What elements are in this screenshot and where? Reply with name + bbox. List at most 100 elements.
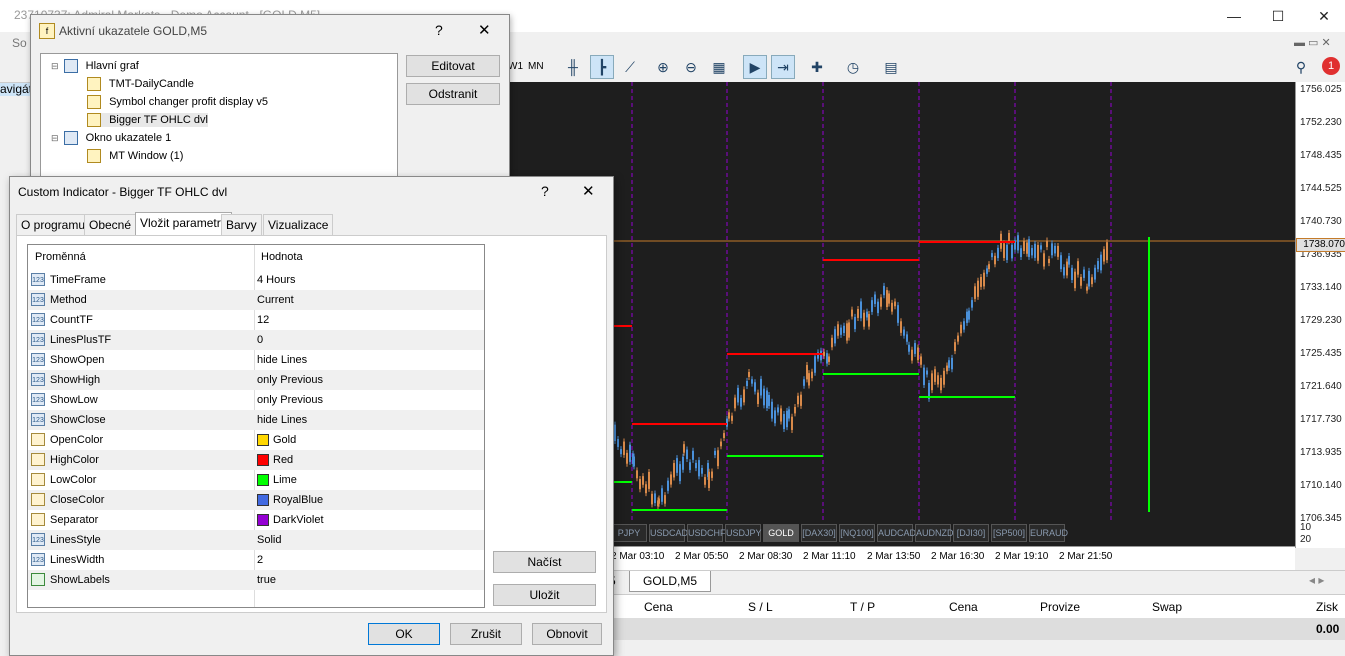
close-icon[interactable]: ✕: [582, 182, 595, 200]
minimize-icon[interactable]: —: [1224, 6, 1244, 26]
param-value[interactable]: 12: [257, 310, 269, 330]
symbol-button-usdjpy[interactable]: USDJPY: [725, 524, 762, 542]
edit-button[interactable]: Editovat: [406, 55, 500, 77]
candlestick-icon[interactable]: ┣: [590, 55, 614, 79]
param-row-showlabels[interactable]: ShowLabels true: [28, 570, 484, 590]
load-button[interactable]: Načíst: [493, 551, 596, 573]
param-row-separator[interactable]: Separator DarkViolet: [28, 510, 484, 530]
param-value[interactable]: hide Lines: [257, 350, 307, 370]
param-value[interactable]: Lime: [257, 470, 297, 490]
param-row-showclose[interactable]: 123 ShowClose hide Lines: [28, 410, 484, 430]
periods-icon[interactable]: ◷: [842, 56, 864, 78]
symbol-button-nq100[interactable]: [NQ100]: [839, 524, 875, 542]
tree-item-indicator-selected[interactable]: Bigger TF OHLC dvl: [87, 113, 208, 127]
remove-button[interactable]: Odstranit: [406, 83, 500, 105]
param-value[interactable]: 4 Hours: [257, 270, 296, 290]
mdi-controls[interactable]: ▬ ▭ ✕: [1294, 36, 1331, 49]
maximize-icon[interactable]: ☐: [1268, 6, 1288, 26]
close-icon[interactable]: ✕: [1314, 6, 1334, 26]
param-row-showhigh[interactable]: 123 ShowHigh only Previous: [28, 370, 484, 390]
collapse-icon[interactable]: ⊟: [51, 133, 59, 143]
param-row-showlow[interactable]: 123 ShowLow only Previous: [28, 390, 484, 410]
zoom-in-icon[interactable]: ⊕: [652, 56, 674, 78]
symbol-button-euraud[interactable]: EURAUD: [1029, 524, 1068, 542]
col-sl[interactable]: S / L: [748, 600, 773, 614]
param-value[interactable]: 2: [257, 550, 263, 570]
help-button[interactable]: ?: [435, 22, 443, 38]
period-mn[interactable]: MN: [528, 61, 544, 72]
symbol-button-dji30[interactable]: [DJI30]: [953, 524, 989, 542]
notification-badge[interactable]: 1: [1322, 57, 1340, 75]
save-button[interactable]: Uložit: [493, 584, 596, 606]
tab-visualization[interactable]: Vizualizace: [263, 214, 334, 235]
chart-shift-icon[interactable]: ⇥: [771, 55, 795, 79]
ok-button[interactable]: OK: [368, 623, 440, 645]
search-icon[interactable]: ⚲: [1290, 56, 1312, 78]
param-value[interactable]: DarkViolet: [257, 510, 324, 530]
param-value[interactable]: Current: [257, 290, 294, 310]
param-row-linesplustf[interactable]: 123 LinesPlusTF 0: [28, 330, 484, 350]
col-swap[interactable]: Swap: [1152, 600, 1182, 614]
tile-windows-icon[interactable]: ▦: [708, 56, 730, 78]
collapse-icon[interactable]: ⊟: [51, 61, 59, 71]
param-value[interactable]: true: [257, 570, 276, 590]
tab-colors[interactable]: Barvy: [221, 214, 262, 235]
symbol-button-usdchf[interactable]: USDCHF: [687, 524, 726, 542]
tree-item-main-chart[interactable]: ⊟ Hlavní graf: [51, 59, 139, 73]
autoscroll-icon[interactable]: ▶: [743, 55, 767, 79]
help-button[interactable]: ?: [541, 183, 549, 199]
period-w1[interactable]: W1: [508, 61, 523, 72]
param-row-method[interactable]: 123 Method Current: [28, 290, 484, 310]
col-tp[interactable]: T / P: [850, 600, 875, 614]
line-chart-icon[interactable]: ⟋: [619, 56, 641, 78]
close-icon[interactable]: ✕: [478, 21, 491, 39]
tab-about[interactable]: O programu: [16, 214, 91, 235]
col-commission[interactable]: Provize: [1040, 600, 1080, 614]
param-value[interactable]: Red: [257, 450, 293, 470]
cancel-button[interactable]: Zrušit: [450, 623, 522, 645]
param-row-lineswidth[interactable]: 123 LinesWidth 2: [28, 550, 484, 570]
candle-body: [676, 458, 678, 473]
tab-scroll-arrows[interactable]: ◂ ▸: [1309, 573, 1324, 587]
param-row-counttf[interactable]: 123 CountTF 12: [28, 310, 484, 330]
param-value[interactable]: 0: [257, 330, 263, 350]
param-row-lowcolor[interactable]: LowColor Lime: [28, 470, 484, 490]
indicators-icon[interactable]: ✚: [806, 56, 828, 78]
symbol-button-sp500[interactable]: [SP500]: [991, 524, 1027, 542]
templates-icon[interactable]: ▤: [880, 56, 902, 78]
param-row-highcolor[interactable]: HighColor Red: [28, 450, 484, 470]
param-value[interactable]: only Previous: [257, 390, 323, 410]
tab-common[interactable]: Obecné: [84, 214, 137, 235]
tree-item-indicator[interactable]: MT Window (1): [87, 149, 183, 163]
param-name: HighColor: [50, 454, 99, 466]
chart-tab-gold-m5[interactable]: GOLD,M5: [629, 571, 711, 592]
param-row-opencolor[interactable]: OpenColor Gold: [28, 430, 484, 450]
param-value[interactable]: Solid: [257, 530, 281, 550]
zoom-out-icon[interactable]: ⊖: [680, 56, 702, 78]
param-row-linesstyle[interactable]: 123 LinesStyle Solid: [28, 530, 484, 550]
symbol-button-audcad[interactable]: AUDCAD: [877, 524, 916, 542]
param-value[interactable]: RoyalBlue: [257, 490, 323, 510]
param-row-closecolor[interactable]: CloseColor RoyalBlue: [28, 490, 484, 510]
col-price[interactable]: Cena: [949, 600, 978, 614]
bar-chart-icon[interactable]: ╫: [562, 56, 584, 78]
tab-inputs[interactable]: Vložit parametry: [135, 212, 232, 236]
reset-button[interactable]: Obnovit: [532, 623, 602, 645]
param-value[interactable]: only Previous: [257, 370, 323, 390]
param-row-timeframe[interactable]: 123 TimeFrame 4 Hours: [28, 270, 484, 290]
price-chart[interactable]: [509, 82, 1295, 520]
param-value[interactable]: hide Lines: [257, 410, 307, 430]
tree-item-indicator[interactable]: TMT-DailyCandle: [87, 77, 194, 91]
param-row-showopen[interactable]: 123 ShowOpen hide Lines: [28, 350, 484, 370]
symbol-button-audnzd[interactable]: AUDNZD: [915, 524, 954, 542]
col-price-open[interactable]: Cena: [644, 600, 673, 614]
symbol-button-usdcad[interactable]: USDCAD: [649, 524, 688, 542]
symbol-button-gold[interactable]: GOLD: [763, 524, 799, 542]
tree-item-subwindow[interactable]: ⊟ Okno ukazatele 1: [51, 131, 171, 145]
tree-item-indicator[interactable]: Symbol changer profit display v5: [87, 95, 268, 109]
navigator-label[interactable]: avigát: [0, 82, 33, 96]
symbol-button-pjpy[interactable]: PJPY: [611, 524, 647, 542]
symbol-button-dax30[interactable]: [DAX30]: [801, 524, 837, 542]
param-value[interactable]: Gold: [257, 430, 296, 450]
col-profit[interactable]: Zisk: [1316, 600, 1338, 614]
